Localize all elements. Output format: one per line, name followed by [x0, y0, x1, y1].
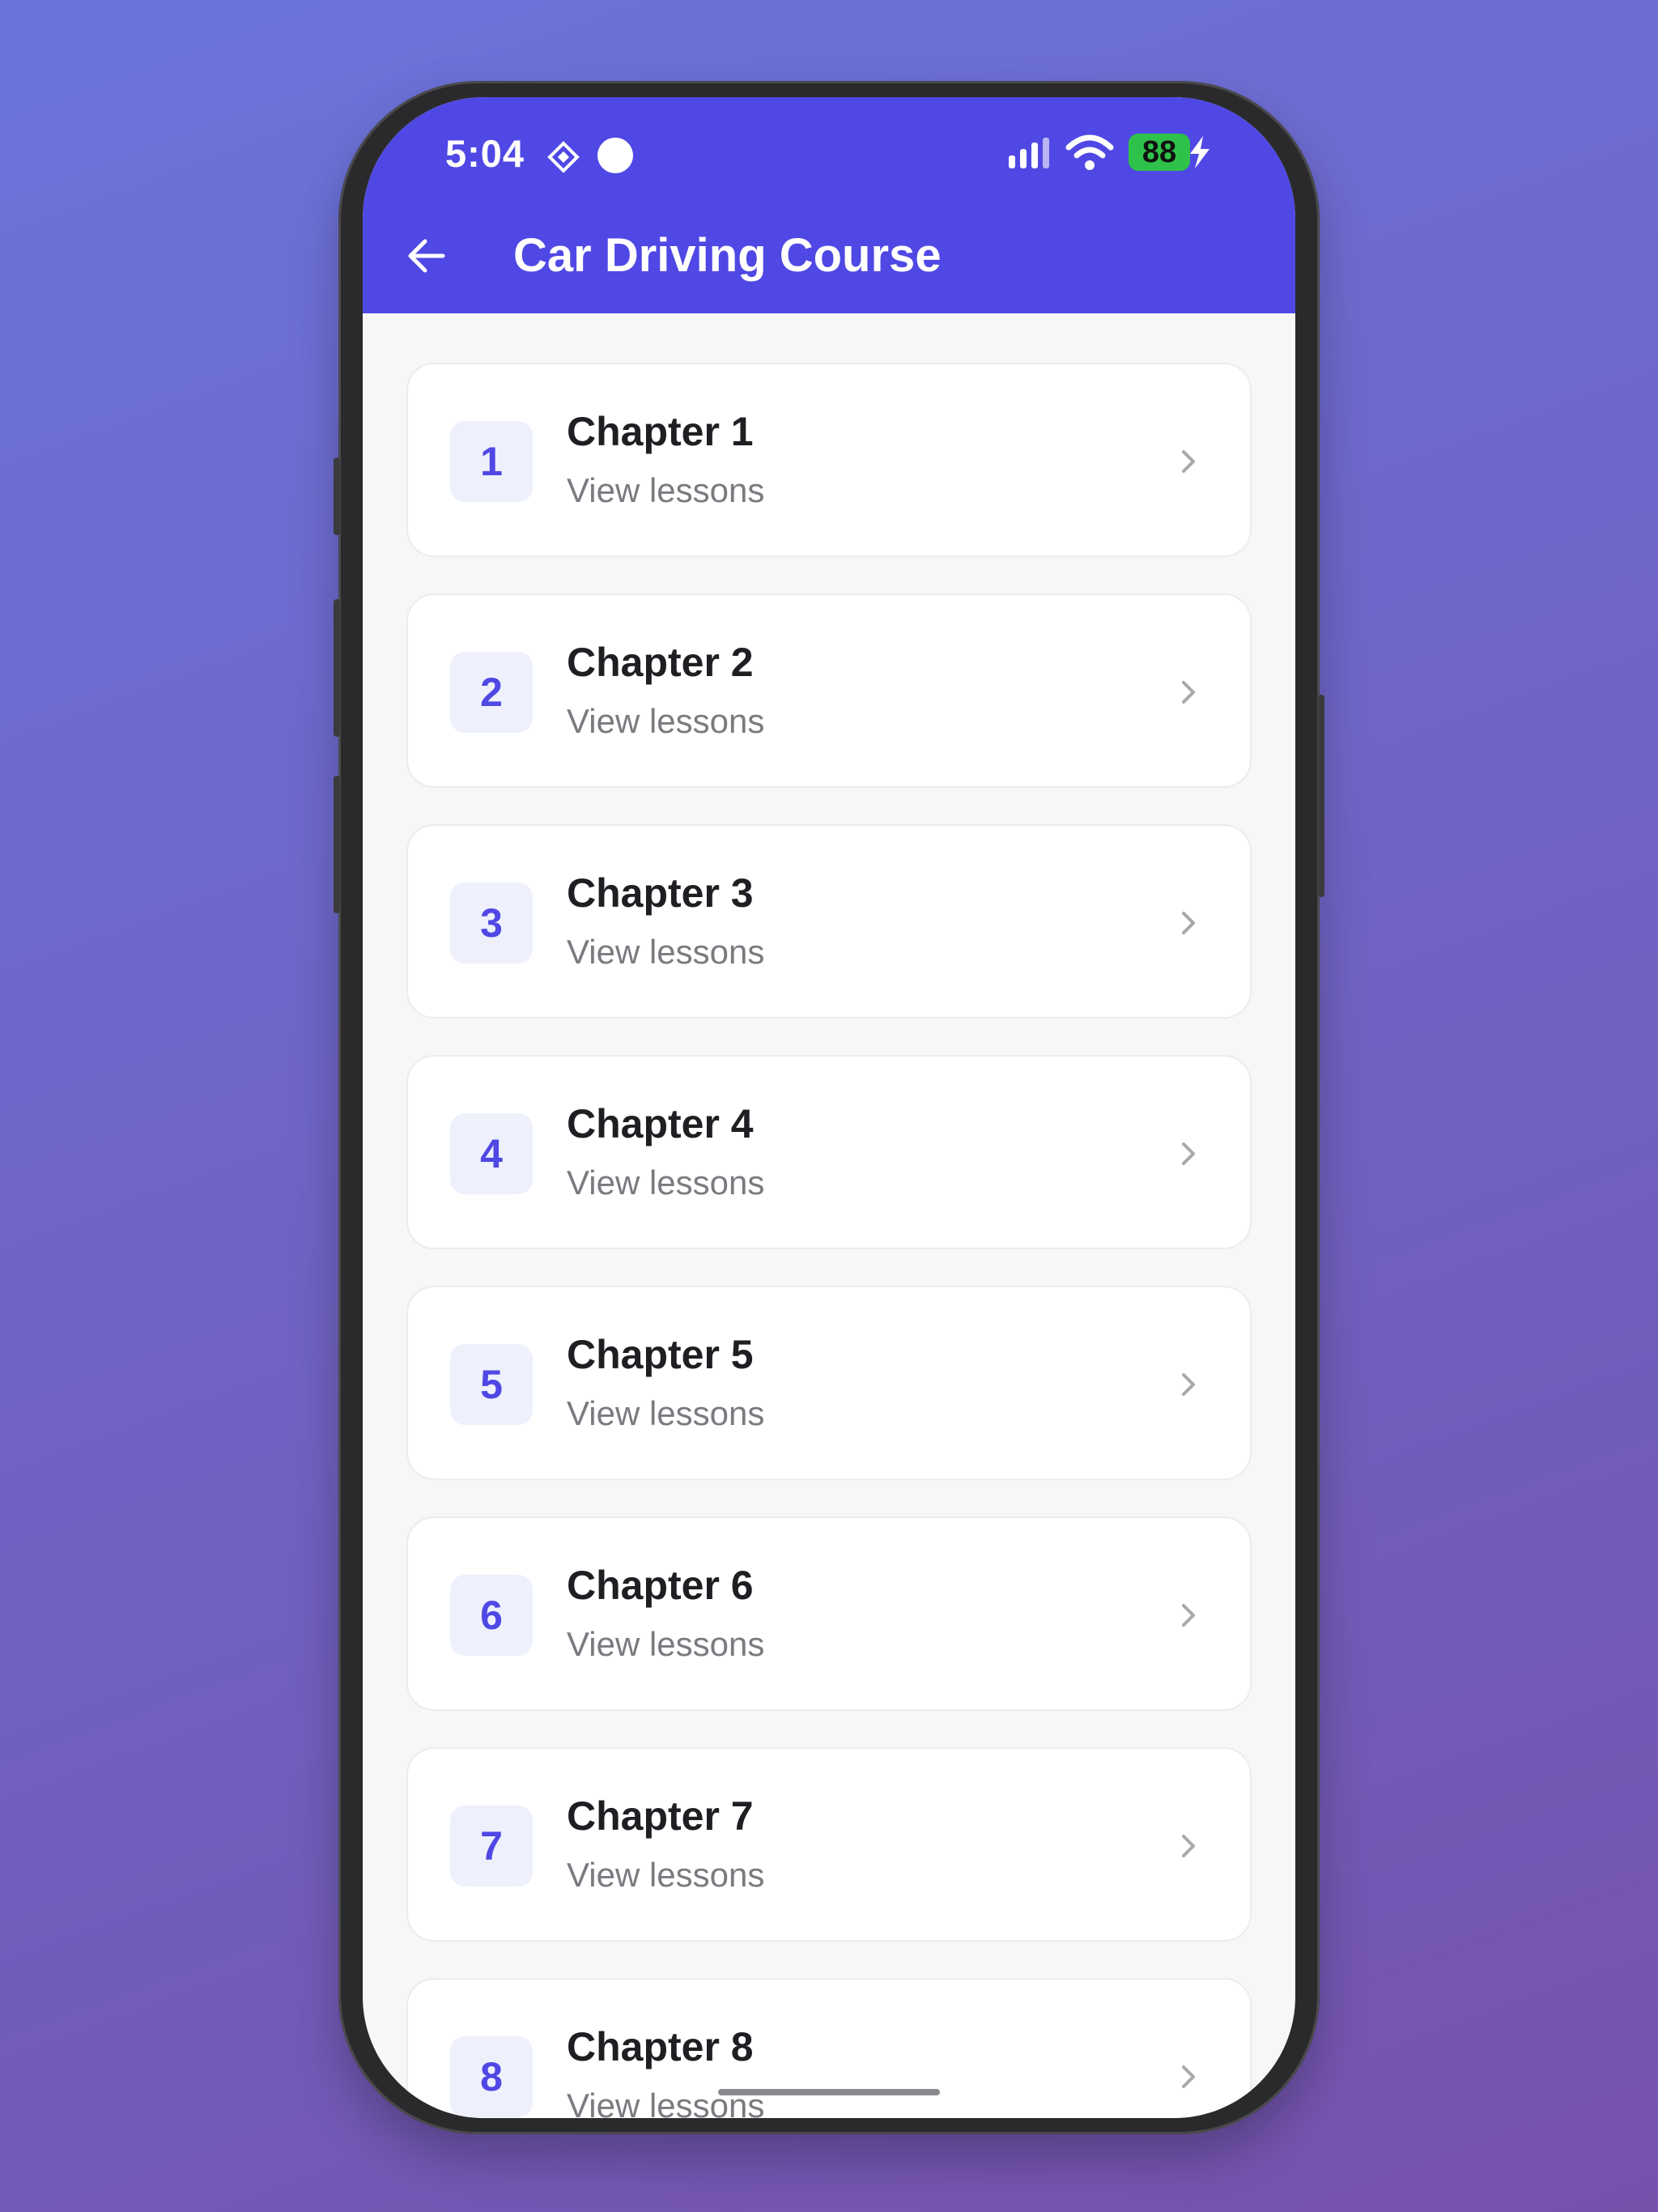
power-button	[1318, 695, 1324, 897]
chapter-card[interactable]: 3 Chapter 3 View lessons	[406, 824, 1252, 1019]
chapter-number-badge: 4	[450, 1113, 533, 1194]
chapter-title: Chapter 4	[567, 1101, 754, 1146]
status-time: 5:04	[445, 132, 525, 175]
chapter-subtitle: View lessons	[567, 471, 765, 509]
chapter-number-badge: 1	[450, 421, 533, 502]
arrow-left-icon	[408, 239, 445, 273]
volume-down-button	[334, 776, 340, 913]
chapter-subtitle: View lessons	[567, 933, 765, 971]
chapter-card[interactable]: 1 Chapter 1 View lessons	[406, 363, 1252, 557]
chapter-card[interactable]: 4 Chapter 4 View lessons	[406, 1055, 1252, 1249]
chevron-right-icon	[1182, 1604, 1195, 1627]
home-indicator[interactable]	[718, 2089, 940, 2095]
app-bar: 5:04 88 Car Driving Course	[363, 97, 1295, 313]
chevron-right-icon	[1182, 1142, 1195, 1165]
chapter-subtitle: View lessons	[567, 702, 765, 740]
chapter-card[interactable]: 8 Chapter 8 View lessons	[406, 1978, 1252, 2118]
notification-dot-icon	[597, 138, 633, 173]
notification-diamond-icon	[547, 141, 580, 177]
chevron-right-icon	[1182, 681, 1195, 704]
page-title: Car Driving Course	[513, 229, 942, 282]
status-bar: 5:04 88	[363, 130, 1295, 186]
chapter-subtitle: View lessons	[567, 1394, 765, 1432]
chapter-number-badge: 8	[450, 2036, 533, 2117]
chapter-title: Chapter 3	[567, 870, 754, 916]
chevron-right-icon	[1182, 1835, 1195, 1857]
chapter-subtitle: View lessons	[567, 1163, 765, 1202]
chapter-number-badge: 6	[450, 1575, 533, 1656]
chapter-card[interactable]: 5 Chapter 5 View lessons	[406, 1286, 1252, 1480]
chevron-right-icon	[1182, 1373, 1195, 1396]
chapter-title: Chapter 1	[567, 409, 754, 454]
chapter-title: Chapter 2	[567, 640, 754, 685]
chapter-number-badge: 7	[450, 1806, 533, 1887]
chapter-card[interactable]: 7 Chapter 7 View lessons	[406, 1747, 1252, 1942]
chapter-card[interactable]: 6 Chapter 6 View lessons	[406, 1516, 1252, 1711]
chapter-title: Chapter 8	[567, 2024, 754, 2069]
chapter-card[interactable]: 2 Chapter 2 View lessons	[406, 593, 1252, 788]
chapter-subtitle: View lessons	[567, 1856, 765, 1894]
volume-up-button	[334, 599, 340, 737]
chevron-right-icon	[1182, 912, 1195, 934]
chapter-subtitle: View lessons	[567, 1625, 765, 1663]
battery-indicator: 88	[1129, 134, 1190, 171]
back-button[interactable]	[402, 232, 450, 280]
app-screen: 5:04 88 Car Driving Course 1 Chapter 1 V…	[363, 97, 1295, 2118]
chapter-title: Chapter 7	[567, 1793, 754, 1839]
chapter-number-badge: 2	[450, 652, 533, 733]
chapter-number-badge: 3	[450, 883, 533, 963]
mute-switch	[334, 457, 340, 535]
chapter-number-badge: 5	[450, 1344, 533, 1425]
chevron-right-icon	[1182, 450, 1195, 473]
signal-icon	[1007, 138, 1052, 174]
chevron-right-icon	[1182, 2065, 1195, 2088]
chapter-title: Chapter 6	[567, 1563, 754, 1608]
charging-bolt-icon	[1188, 136, 1211, 172]
chapter-title: Chapter 5	[567, 1332, 754, 1377]
wifi-icon	[1065, 133, 1114, 176]
